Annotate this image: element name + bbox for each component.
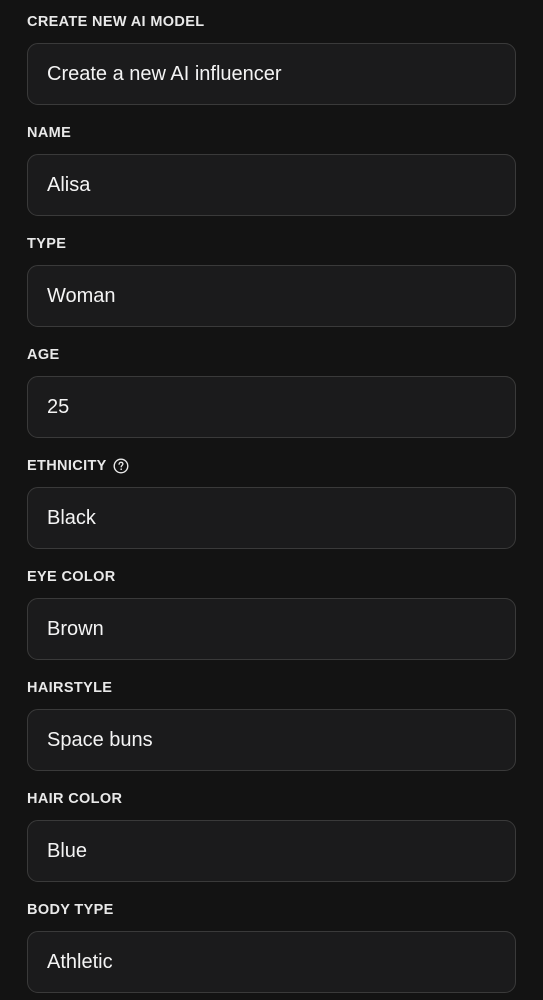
field-hair-color: HAIR COLOR	[27, 790, 516, 882]
type-input-box[interactable]	[27, 265, 516, 327]
eye-color-input[interactable]	[47, 617, 515, 641]
hairstyle-input[interactable]	[47, 728, 515, 752]
create-model-input[interactable]	[47, 62, 515, 86]
field-label: NAME	[27, 125, 72, 141]
label-row: TYPE	[27, 235, 516, 253]
field-ethnicity: ETHNICITY	[27, 457, 516, 549]
label-row: NAME	[27, 124, 516, 142]
eye-color-input-box[interactable]	[27, 598, 516, 660]
label-row: AGE	[27, 346, 516, 364]
field-label: AGE	[27, 347, 60, 363]
field-label: HAIR COLOR	[27, 791, 123, 807]
label-row: HAIR COLOR	[27, 790, 516, 808]
field-type: TYPE	[27, 235, 516, 327]
field-hairstyle: HAIRSTYLE	[27, 679, 516, 771]
name-input-box[interactable]	[27, 154, 516, 216]
field-create-new-ai-model: CREATE NEW AI MODEL	[27, 13, 516, 105]
name-input[interactable]	[47, 173, 515, 197]
create-model-input-box[interactable]	[27, 43, 516, 105]
field-label: BODY TYPE	[27, 902, 114, 918]
field-eye-color: EYE COLOR	[27, 568, 516, 660]
label-row: BODY TYPE	[27, 901, 516, 919]
field-label: CREATE NEW AI MODEL	[27, 14, 205, 30]
field-label: ETHNICITY	[27, 458, 107, 474]
body-type-input[interactable]	[47, 950, 515, 974]
label-row: ETHNICITY	[27, 457, 516, 475]
label-row: HAIRSTYLE	[27, 679, 516, 697]
hairstyle-input-box[interactable]	[27, 709, 516, 771]
field-age: AGE	[27, 346, 516, 438]
age-input-box[interactable]	[27, 376, 516, 438]
field-label: TYPE	[27, 236, 67, 252]
label-row: EYE COLOR	[27, 568, 516, 586]
hair-color-input-box[interactable]	[27, 820, 516, 882]
field-label: HAIRSTYLE	[27, 680, 113, 696]
label-row: CREATE NEW AI MODEL	[27, 13, 516, 31]
ethnicity-input[interactable]	[47, 506, 515, 530]
ethnicity-input-box[interactable]	[27, 487, 516, 549]
body-type-input-box[interactable]	[27, 931, 516, 993]
field-name: NAME	[27, 124, 516, 216]
field-label: EYE COLOR	[27, 569, 116, 585]
hair-color-input[interactable]	[47, 839, 515, 863]
type-input[interactable]	[47, 284, 515, 308]
help-circle-icon[interactable]	[113, 458, 129, 474]
field-body-type: BODY TYPE	[27, 901, 516, 993]
age-input[interactable]	[47, 395, 515, 419]
